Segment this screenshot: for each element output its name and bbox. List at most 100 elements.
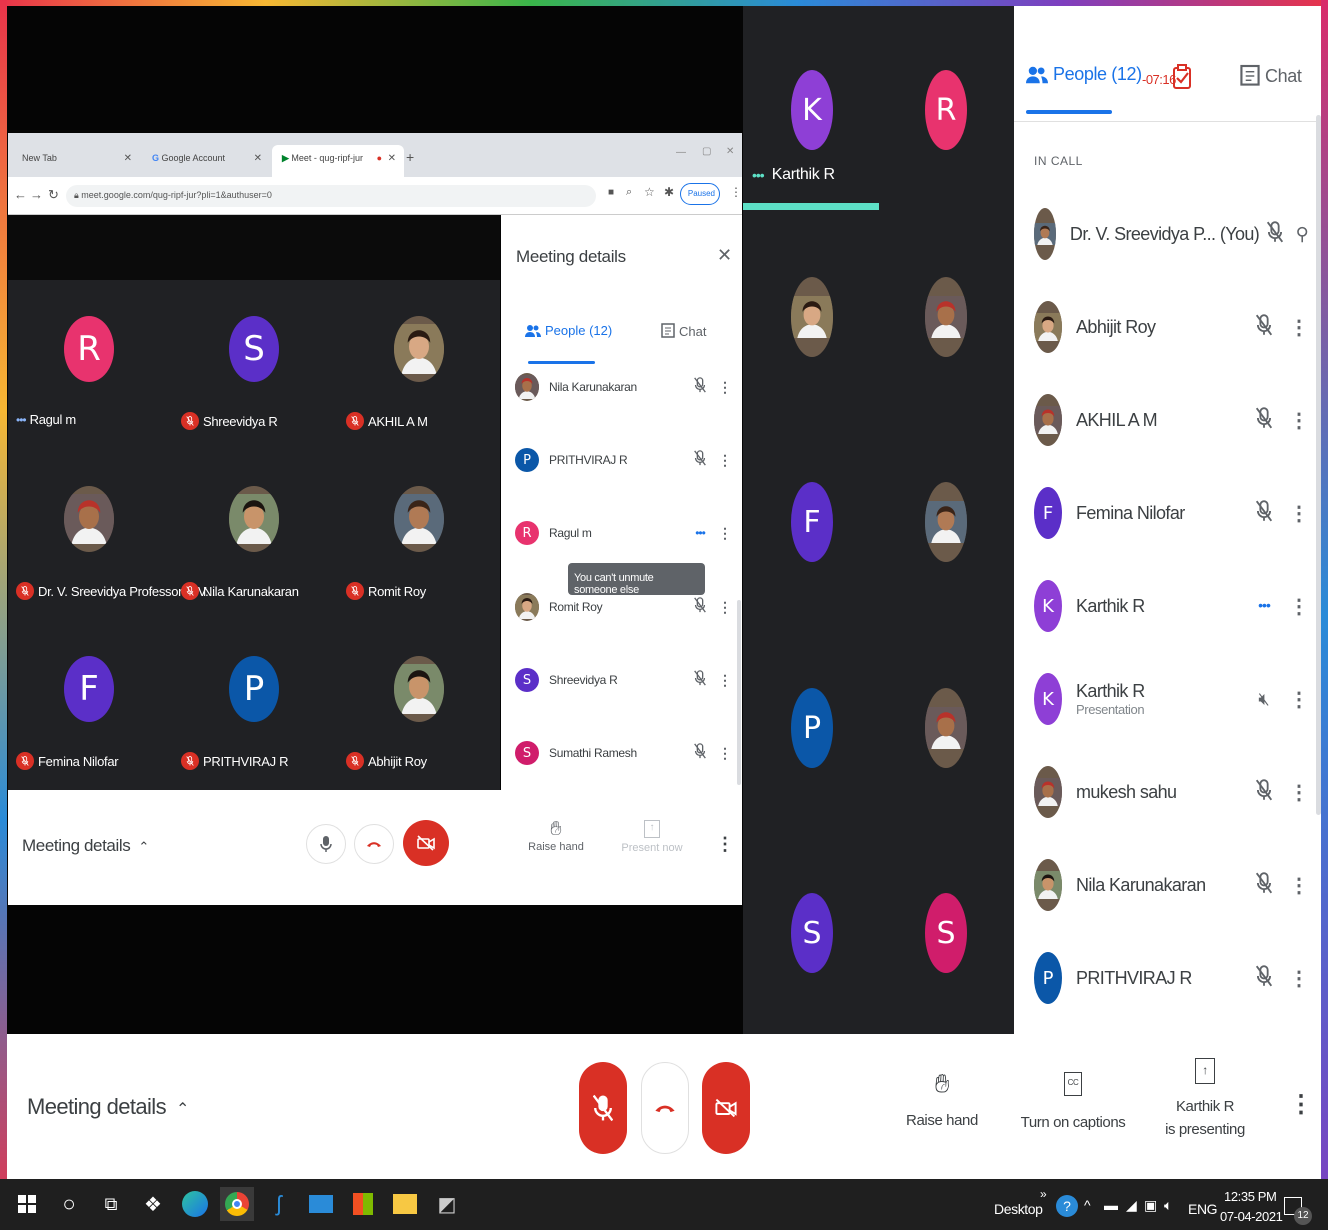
desktop-toolbar[interactable]: Desktop <box>994 1201 1043 1217</box>
mic-off-icon[interactable] <box>692 596 708 617</box>
list-item[interactable]: P PRITHVIRAJ R ⋮ <box>1034 948 1314 1008</box>
list-item[interactable]: K Karthik R ••• ⋮ <box>1034 576 1314 636</box>
camera-icon[interactable]: ■ <box>608 187 614 198</box>
participant-tile[interactable]: AKHIL A M <box>346 300 506 470</box>
store-icon[interactable] <box>346 1187 380 1221</box>
camera-off-button[interactable] <box>702 1062 750 1154</box>
participant-tile[interactable]: F Femina Nilofar <box>16 640 176 810</box>
list-item[interactable]: mukesh sahu ⋮ <box>1034 762 1314 822</box>
raise-hand-button[interactable]: ✋︎ Raise hand <box>902 1066 982 1129</box>
list-item[interactable]: Dr. V. Sreevidya P... (You) ⚲ <box>1034 204 1314 264</box>
language-indicator[interactable]: ENG <box>1188 1201 1218 1217</box>
meeting-details-button[interactable]: Meeting details ⌃ <box>22 836 149 856</box>
participant-tile[interactable]: R ••• Ragul m <box>16 300 176 470</box>
more-options-icon[interactable]: ⋮ <box>715 599 735 616</box>
search-icon[interactable]: ○ <box>52 1187 86 1221</box>
list-item[interactable]: P PRITHVIRAJ R ⋮ <box>515 434 735 486</box>
chrome-icon[interactable] <box>220 1187 254 1221</box>
leave-call-button[interactable] <box>354 824 394 864</box>
mic-button[interactable] <box>306 824 346 864</box>
file-explorer-icon[interactable] <box>388 1187 422 1221</box>
network-icon[interactable]: ▣ <box>1144 1197 1157 1214</box>
participant-tile[interactable]: Nila Karunakaran <box>181 470 341 640</box>
mic-off-icon[interactable] <box>692 669 708 690</box>
mail-icon[interactable] <box>304 1187 338 1221</box>
mic-off-icon[interactable] <box>1253 313 1275 340</box>
more-options-icon[interactable]: ⋮ <box>715 379 735 396</box>
back-icon[interactable]: ← <box>14 187 27 202</box>
browser-tab[interactable]: G Google Account ✕ <box>142 145 270 177</box>
list-item[interactable]: Nila Karunakaran ⋮ <box>1034 855 1314 915</box>
minimize-icon[interactable]: — <box>676 147 686 158</box>
url-field[interactable]: 🔒︎ meet.google.com/qug-ripf-jur?pli=1&au… <box>66 185 596 207</box>
scrollbar[interactable] <box>737 600 741 785</box>
tab-people[interactable]: People (12) <box>1026 64 1142 85</box>
participant-tile[interactable] <box>925 277 967 357</box>
mic-off-icon[interactable] <box>1253 964 1275 991</box>
dropbox-icon[interactable]: ❖ <box>136 1187 170 1221</box>
close-icon[interactable]: ✕ <box>717 245 732 266</box>
more-options-icon[interactable]: ⋮ <box>716 834 734 855</box>
chevron-up-icon[interactable]: ^ <box>1084 1197 1091 1213</box>
mic-off-button[interactable] <box>579 1062 627 1154</box>
more-options-icon[interactable]: ⋮ <box>1284 687 1314 712</box>
more-options-icon[interactable]: ⋮ <box>715 452 735 469</box>
participant-tile[interactable]: K <box>791 70 833 150</box>
participant-tile[interactable]: Abhijit Roy <box>346 640 506 810</box>
more-options-icon[interactable]: ⋮ <box>1284 966 1314 991</box>
participant-tile[interactable] <box>791 277 833 357</box>
mic-off-icon[interactable] <box>1264 220 1286 247</box>
new-tab-icon[interactable]: + <box>406 149 414 165</box>
more-options-icon[interactable]: ⋮ <box>1284 594 1314 619</box>
mic-off-icon[interactable] <box>1253 778 1275 805</box>
close-icon[interactable]: ✕ <box>254 153 262 164</box>
help-icon[interactable]: ? <box>1056 1195 1078 1217</box>
browser-tab[interactable]: New Tab ✕ <box>12 145 140 177</box>
extensions-icon[interactable]: ✱ <box>664 185 674 199</box>
captions-button[interactable]: CC Turn on captions <box>1017 1072 1129 1131</box>
volume-icon[interactable]: 🔈︎ <box>1164 1197 1172 1214</box>
more-options-icon[interactable]: ⋮ <box>1284 501 1314 526</box>
volume-off-icon[interactable]: 🔇︎ <box>1258 689 1269 709</box>
tab-people[interactable]: People (12) <box>525 323 612 338</box>
leave-call-button[interactable] <box>641 1062 689 1154</box>
list-item[interactable]: S Shreevidya R ⋮ <box>515 654 735 706</box>
paused-button[interactable]: Paused <box>680 183 720 205</box>
app-icon[interactable]: ◩ <box>430 1187 464 1221</box>
mic-off-icon[interactable] <box>1253 871 1275 898</box>
tab-chat[interactable]: Chat <box>661 323 706 339</box>
meeting-details-button[interactable]: Meeting details ⌃ <box>27 1094 189 1120</box>
mic-off-icon[interactable] <box>692 742 708 763</box>
star-icon[interactable]: ☆ <box>644 185 655 199</box>
more-options-icon[interactable]: ⋮ <box>1284 315 1314 340</box>
participant-tile[interactable]: S <box>791 893 833 973</box>
camera-off-button[interactable] <box>403 820 449 866</box>
zoom-icon[interactable]: ⌕ <box>626 186 632 199</box>
list-item[interactable]: Abhijit Roy ⋮ <box>1034 297 1314 357</box>
participant-tile[interactable]: S Shreevidya R <box>181 300 341 470</box>
mic-off-icon[interactable] <box>1253 406 1275 433</box>
participant-tile[interactable]: P PRITHVIRAJ R <box>181 640 341 810</box>
chevron-right-icon[interactable]: » <box>1040 1187 1047 1201</box>
battery-icon[interactable]: ▬ <box>1104 1197 1118 1213</box>
close-icon[interactable]: ✕ <box>124 153 132 164</box>
participant-tile[interactable]: P <box>791 688 833 768</box>
clock-date[interactable]: 07-04-2021 <box>1220 1209 1283 1224</box>
vscode-icon[interactable]: ʃ <box>262 1187 296 1221</box>
participant-tile[interactable]: Dr. V. Sreevidya Professor CIV... <box>16 470 215 640</box>
browser-menu-icon[interactable]: ⋮ <box>730 185 742 199</box>
pin-icon[interactable]: ⚲ <box>1291 224 1314 245</box>
scrollbar[interactable] <box>1316 115 1321 815</box>
list-item[interactable]: K Karthik R Presentation 🔇︎ ⋮ <box>1034 669 1314 729</box>
more-options-icon[interactable]: ⋮ <box>715 745 735 762</box>
list-item[interactable]: F Femina Nilofar ⋮ <box>1034 483 1314 543</box>
more-options-icon[interactable]: ⋮ <box>1284 873 1314 898</box>
participant-tile[interactable]: Romit Roy <box>346 470 506 640</box>
present-now-button[interactable]: ↑ Present now <box>620 820 684 854</box>
participant-tile[interactable]: F <box>791 482 833 562</box>
mic-off-icon[interactable] <box>692 449 708 470</box>
participant-tile[interactable] <box>925 688 967 768</box>
list-item[interactable]: AKHIL A M ⋮ <box>1034 390 1314 450</box>
presenting-button[interactable]: ↑ Karthik R is presenting <box>1157 1058 1253 1138</box>
list-item[interactable]: S Sumathi Ramesh ⋮ <box>515 727 735 779</box>
